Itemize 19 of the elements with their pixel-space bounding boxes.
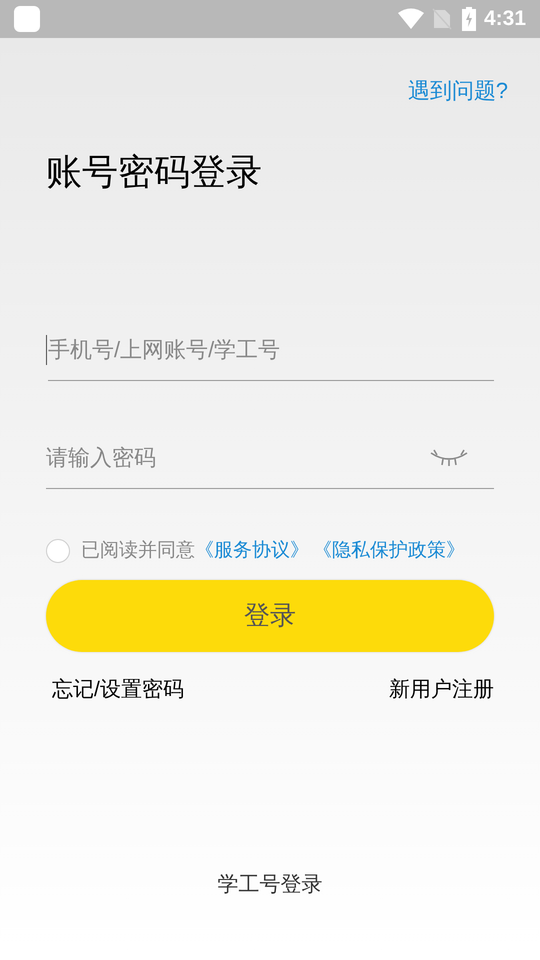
agreement-link[interactable]: 《隐私保护政策》 — [313, 537, 465, 566]
account-field[interactable]: 手机号/上网账号/学工号 — [48, 319, 494, 381]
wifi-icon — [398, 8, 424, 30]
login-button[interactable]: 登录 — [46, 580, 494, 652]
no-sim-icon — [432, 8, 452, 30]
agreement-text: 已阅读并同意 — [81, 539, 195, 563]
battery-icon — [462, 7, 476, 31]
app-icon — [14, 6, 40, 32]
status-time: 4:31 — [484, 6, 526, 32]
student-id-login-link[interactable]: 学工号登录 — [218, 869, 322, 900]
password-field[interactable]: 请输入密码 — [46, 441, 430, 474]
register-link[interactable]: 新用户注册 — [389, 674, 494, 705]
agreement-checkbox[interactable] — [46, 539, 70, 564]
forgot-password-link[interactable]: 忘记/设置密码 — [52, 674, 184, 705]
help-link[interactable]: 遇到问题? — [408, 74, 508, 107]
text-cursor — [46, 335, 47, 365]
agreement-link[interactable]: 《服务协议》 — [195, 537, 309, 566]
page-title: 账号密码登录 — [46, 150, 262, 194]
closed-eye-icon[interactable] — [430, 448, 468, 466]
